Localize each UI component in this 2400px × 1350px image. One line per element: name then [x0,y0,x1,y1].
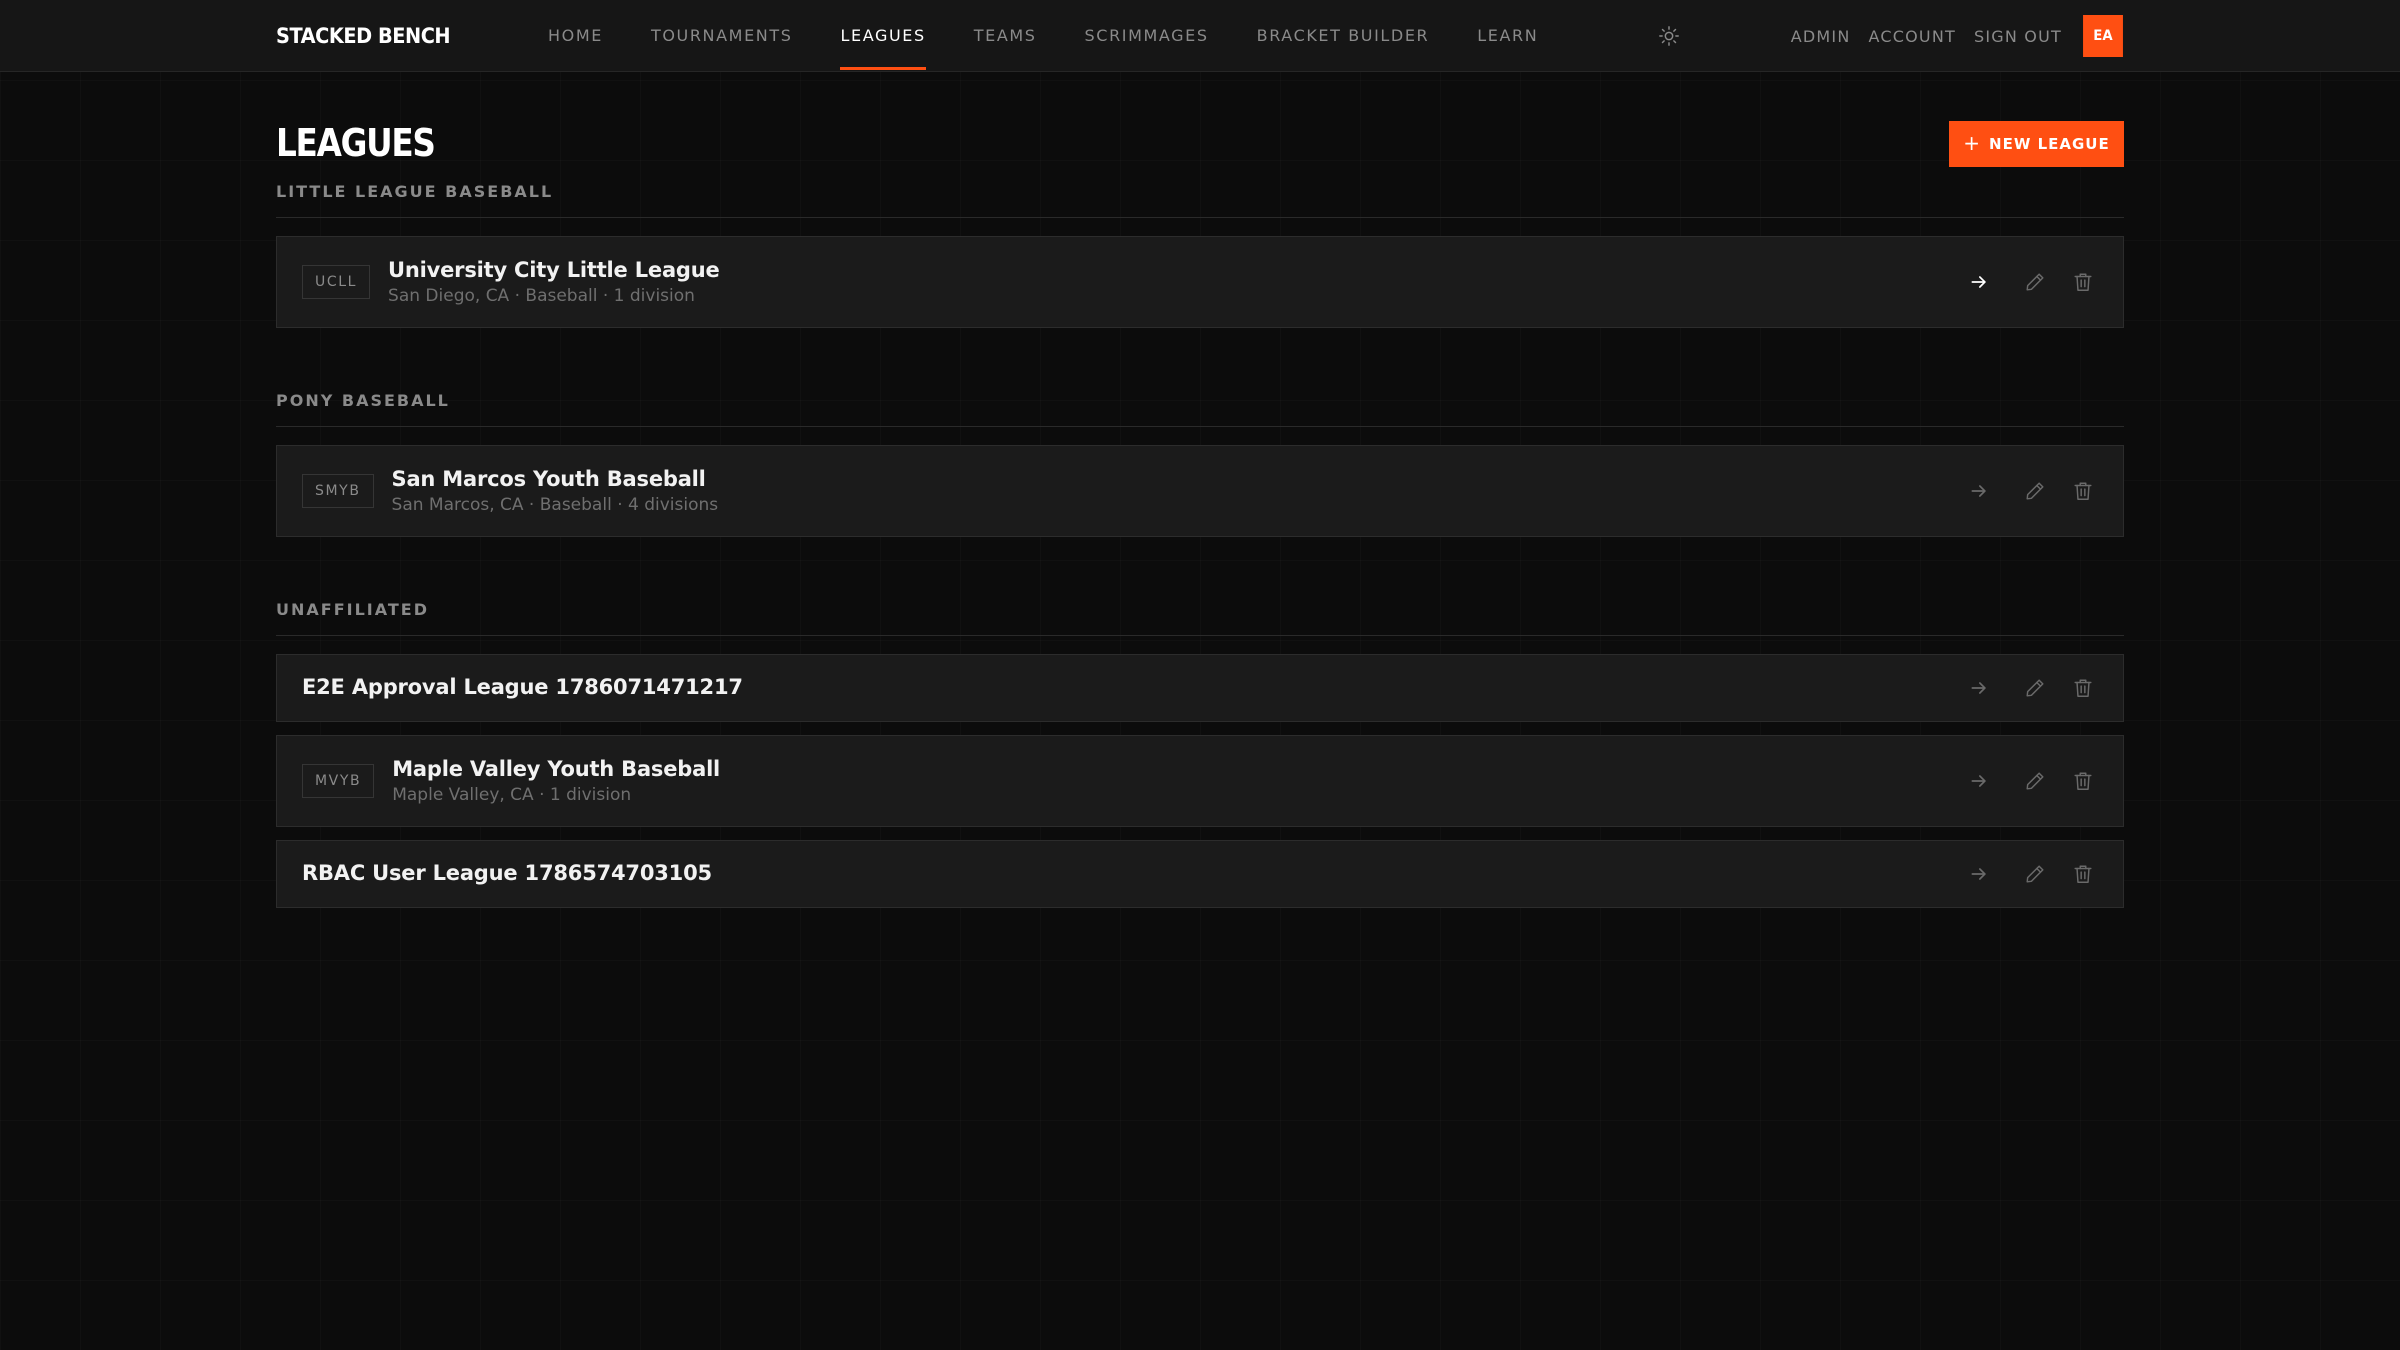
nav-bracket-builder[interactable]: BRACKET BUILDER [1257,0,1430,70]
section-title: UNAFFILIATED [276,602,2124,636]
league-name: University City Little League [388,257,720,282]
nav-learn[interactable]: LEARN [1477,0,1538,70]
trash-icon[interactable] [2069,767,2097,795]
league-name: RBAC User League 1786574703105 [302,861,712,886]
league-row[interactable]: MVYB Maple Valley Youth Baseball Maple Val… [276,735,2124,827]
league-row[interactable]: UCLL University City Little League San Die… [276,236,2124,328]
row-actions [1965,268,2097,296]
league-abbr-badge: MVYB [302,764,375,798]
nav-tournaments[interactable]: TOURNAMENTS [651,0,793,70]
pencil-icon[interactable] [2021,674,2049,702]
row-actions [1965,767,2097,795]
league-info: Maple Valley Youth Baseball Maple Valley,… [392,757,720,806]
arrow-right-icon[interactable] [1965,268,1993,296]
league-section: UNAFFILIATED E2E Approval League 17860714… [276,602,2124,908]
nav-scrimmages[interactable]: SCRIMMAGES [1085,0,1209,70]
league-meta: San Diego, CA · Baseball · 1 division [388,285,695,306]
row-actions [1965,477,2097,505]
league-section: PONY BASEBALL SMYB San Marcos Youth Baseba… [276,393,2124,537]
new-league-label: NEW LEAGUE [1989,135,2110,153]
league-row[interactable]: SMYB San Marcos Youth Baseball San Marcos,… [276,445,2124,537]
page-title: LEAGUES [276,121,436,165]
nav-home[interactable]: HOME [548,0,603,70]
league-row[interactable]: E2E Approval League 1786071471217 [276,654,2124,722]
account-links: ADMIN ACCOUNT SIGN OUT EA [1791,0,2124,72]
trash-icon[interactable] [2069,674,2097,702]
league-sections: LITTLE LEAGUE BASEBALL UCLL University Cit… [276,184,2124,908]
nav-teams[interactable]: TEAMS [974,0,1037,70]
sun-icon[interactable] [1656,23,1682,49]
top-nav: STACKED BENCH HOME TOURNAMENTS LEAGUES T… [0,0,2400,72]
section-title: PONY BASEBALL [276,393,2124,427]
arrow-right-icon[interactable] [1965,674,1993,702]
league-section: LITTLE LEAGUE BASEBALL UCLL University Cit… [276,184,2124,328]
row-actions [1965,860,2097,888]
plus-icon: + [1963,131,1982,155]
trash-icon[interactable] [2069,268,2097,296]
league-abbr-badge: SMYB [302,474,374,508]
league-abbr-badge: UCLL [302,265,371,299]
trash-icon[interactable] [2069,860,2097,888]
pencil-icon[interactable] [2021,767,2049,795]
league-meta: San Marcos, CA · Baseball · 4 divisions [391,494,719,515]
arrow-right-icon[interactable] [1965,477,1993,505]
league-info: University City Little League San Diego, … [388,258,720,307]
new-league-button[interactable]: + NEW LEAGUE [1949,121,2124,167]
section-title: LITTLE LEAGUE BASEBALL [276,184,2124,218]
league-name: E2E Approval League 1786071471217 [302,675,743,700]
pencil-icon[interactable] [2021,477,2049,505]
arrow-right-icon[interactable] [1965,860,1993,888]
avatar[interactable]: EA [2083,15,2123,57]
main-content: LEAGUES + NEW LEAGUE LITTLE LEAGUE BASEB… [276,72,2124,921]
league-info: RBAC User League 1786574703105 [302,861,712,886]
pencil-icon[interactable] [2021,268,2049,296]
account-link[interactable]: ACCOUNT [1869,27,1956,46]
arrow-right-icon[interactable] [1965,767,1993,795]
league-row[interactable]: RBAC User League 1786574703105 [276,840,2124,908]
row-actions [1965,674,2097,702]
page-header: LEAGUES + NEW LEAGUE [276,72,2124,184]
league-info: San Marcos Youth Baseball San Marcos, CA … [392,467,719,516]
league-info: E2E Approval League 1786071471217 [302,675,743,700]
sign-out-link[interactable]: SIGN OUT [1974,27,2062,46]
pencil-icon[interactable] [2021,860,2049,888]
league-meta: Maple Valley, CA · 1 division [392,784,632,805]
league-name: Maple Valley Youth Baseball [392,756,721,781]
admin-link[interactable]: ADMIN [1791,27,1851,46]
brand-logo[interactable]: STACKED BENCH [276,0,451,72]
nav-leagues[interactable]: LEAGUES [840,0,927,70]
trash-icon[interactable] [2069,477,2097,505]
main-nav: HOME TOURNAMENTS LEAGUES TEAMS SCRIMMAGE… [548,0,1586,72]
league-name: San Marcos Youth Baseball [391,466,706,491]
